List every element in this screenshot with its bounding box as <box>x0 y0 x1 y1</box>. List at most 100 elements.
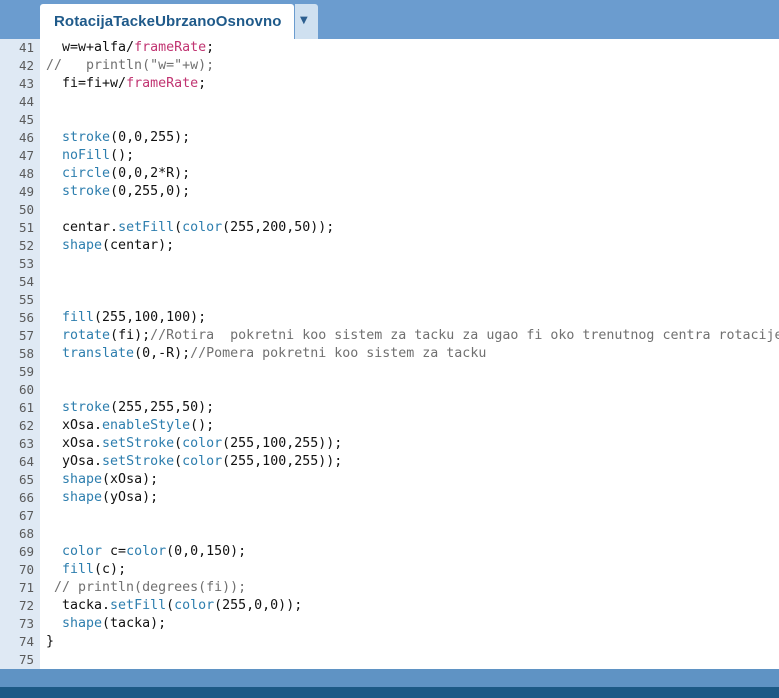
code-editor[interactable]: w=w+alfa/frameRate;// println("w="+w); f… <box>40 39 779 669</box>
line-number: 49 <box>18 184 34 199</box>
line-number: 56 <box>18 310 34 325</box>
code-text: centar. <box>46 220 119 235</box>
code-keyword: fill <box>62 310 95 325</box>
line-number-gutter: 41 42 43 44 45 46 47 48 49 50 51 52 53 54 55 56 57 58 59 60… <box>0 39 40 669</box>
code-line[interactable]: circle(0,0,2*R); <box>46 165 190 183</box>
code-keyword: stroke <box>62 184 111 199</box>
chevron-down-icon: ▼ <box>300 15 308 26</box>
line-number: 57 <box>18 328 34 343</box>
code-text: (fi); <box>110 328 151 343</box>
line-number: 58 <box>18 346 34 361</box>
code-keyword: rotate <box>62 328 111 343</box>
code-keyword: noFill <box>62 148 111 163</box>
console-header <box>0 687 779 698</box>
code-line[interactable]: // println("w="+w); <box>46 57 214 75</box>
line-number: 42 <box>18 58 34 73</box>
code-line[interactable]: shape(yOsa); <box>46 489 158 507</box>
line-number: 47 <box>18 148 34 163</box>
code-constant: frameRate <box>126 76 199 91</box>
line-number: 65 <box>18 472 34 487</box>
code-keyword: setStroke <box>102 436 175 451</box>
code-line[interactable]: stroke(0,0,255); <box>46 129 190 147</box>
code-keyword: circle <box>62 166 111 181</box>
code-line[interactable]: fi=fi+w/frameRate; <box>46 75 206 93</box>
code-line[interactable]: stroke(255,255,50); <box>46 399 214 417</box>
line-number: 66 <box>18 490 34 505</box>
code-line[interactable]: color c=color(0,0,150); <box>46 543 246 561</box>
line-number: 63 <box>18 436 34 451</box>
line-number: 73 <box>18 616 34 631</box>
code-line[interactable]: xOsa.setStroke(color(255,100,255)); <box>46 435 342 453</box>
code-keyword: color <box>174 598 215 613</box>
code-text: ; <box>206 40 215 55</box>
code-text: (255,200,50)); <box>222 220 335 235</box>
code-comment: // println("w="+w); <box>46 58 215 73</box>
code-line[interactable]: shape(xOsa); <box>46 471 158 489</box>
code-text: ( <box>174 454 183 469</box>
code-text: (tacka); <box>102 616 167 631</box>
code-line[interactable]: noFill(); <box>46 147 134 165</box>
code-line[interactable]: translate(0,-R);//Pomera pokretni koo si… <box>46 345 486 363</box>
code-line[interactable]: fill(255,100,100); <box>46 309 206 327</box>
code-line[interactable]: w=w+alfa/frameRate; <box>46 39 214 57</box>
code-keyword: stroke <box>62 130 111 145</box>
code-keyword: color <box>182 436 223 451</box>
code-text: (255,100,100); <box>94 310 207 325</box>
code-comment: //Pomera pokretni koo sistem za tacku <box>190 346 487 361</box>
code-text: c= <box>102 544 127 559</box>
line-number: 45 <box>18 112 34 127</box>
tab-menu-button[interactable]: ▼ <box>295 4 318 39</box>
code-text: (c); <box>94 562 127 577</box>
code-line[interactable]: shape(tacka); <box>46 615 166 633</box>
line-number: 61 <box>18 400 34 415</box>
line-number: 53 <box>18 256 34 271</box>
code-line[interactable]: // println(degrees(fi)); <box>46 579 246 597</box>
code-text: (0,-R); <box>134 346 191 361</box>
line-number: 64 <box>18 454 34 469</box>
line-number: 52 <box>18 238 34 253</box>
code-text: (xOsa); <box>102 472 159 487</box>
line-number: 44 <box>18 94 34 109</box>
code-text: (centar); <box>102 238 175 253</box>
code-line[interactable]: centar.setFill(color(255,200,50)); <box>46 219 334 237</box>
line-number: 51 <box>18 220 34 235</box>
code-keyword: enableStyle <box>102 418 191 433</box>
code-line[interactable]: tacka.setFill(color(255,0,0)); <box>46 597 302 615</box>
sketch-tab[interactable]: RotacijaTackeUbrzanoOsnovno <box>40 4 294 39</box>
code-keyword: color <box>182 220 223 235</box>
code-line[interactable]: yOsa.setStroke(color(255,100,255)); <box>46 453 342 471</box>
code-line[interactable]: stroke(0,255,0); <box>46 183 190 201</box>
code-text: fi=fi+w/ <box>46 76 127 91</box>
line-number: 46 <box>18 130 34 145</box>
code-keyword: stroke <box>62 400 111 415</box>
code-text: ( <box>174 220 183 235</box>
code-text: ( <box>166 598 175 613</box>
code-text: (yOsa); <box>102 490 159 505</box>
code-text: (255,100,255)); <box>222 436 343 451</box>
tab-bar: RotacijaTackeUbrzanoOsnovno ▼ <box>0 0 779 39</box>
line-number: 70 <box>18 562 34 577</box>
code-keyword: setFill <box>110 598 167 613</box>
code-constant: frameRate <box>134 40 207 55</box>
code-line[interactable]: fill(c); <box>46 561 126 579</box>
code-text: xOsa. <box>46 418 103 433</box>
line-number: 43 <box>18 76 34 91</box>
code-line[interactable]: } <box>46 633 54 651</box>
code-line[interactable]: shape(centar); <box>46 237 174 255</box>
sketch-tab-label: RotacijaTackeUbrzanoOsnovno <box>54 13 282 30</box>
line-number: 75 <box>18 652 34 667</box>
code-line[interactable]: rotate(fi);//Rotira pokretni koo sistem … <box>46 327 779 345</box>
code-text: (); <box>110 148 135 163</box>
code-text: (0,255,0); <box>110 184 191 199</box>
line-number: 48 <box>18 166 34 181</box>
code-line[interactable]: xOsa.enableStyle(); <box>46 417 214 435</box>
